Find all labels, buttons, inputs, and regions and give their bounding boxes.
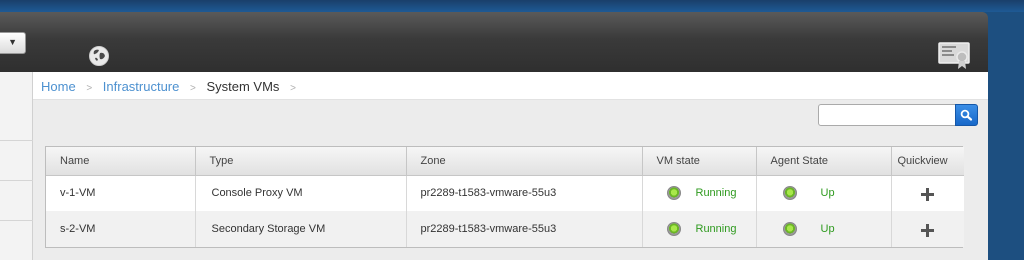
column-header-name[interactable]: Name	[46, 147, 196, 176]
cell-quickview[interactable]	[891, 175, 964, 211]
background-edge	[988, 12, 1024, 260]
main-content: Home > Infrastructure > System VMs > Nam…	[33, 72, 988, 260]
cell-quickview[interactable]	[891, 211, 964, 247]
zone-select[interactable]: ▼	[0, 32, 26, 54]
column-header-zone[interactable]: Zone	[406, 147, 643, 176]
certificate-icon[interactable]	[938, 42, 970, 70]
breadcrumb-separator: >	[86, 83, 93, 94]
search-icon	[960, 109, 973, 121]
agent-state-label: Up	[820, 187, 835, 200]
status-indicator-icon	[782, 186, 797, 201]
nav-divider	[0, 140, 33, 141]
cell-type: Secondary Storage VM	[195, 211, 407, 247]
nav-divider	[0, 220, 33, 221]
left-nav-panel	[0, 72, 33, 260]
vm-state-label: Running	[695, 223, 737, 235]
vm-state-label: Running	[695, 187, 737, 200]
cell-type: Console Proxy VM	[195, 175, 407, 211]
quickview-plus-icon[interactable]	[921, 188, 935, 202]
breadcrumb: Home > Infrastructure > System VMs >	[41, 79, 303, 94]
breadcrumb-bar: Home > Infrastructure > System VMs >	[33, 72, 988, 100]
status-indicator-icon	[666, 186, 681, 201]
search-input[interactable]	[818, 104, 958, 126]
breadcrumb-home[interactable]: Home	[41, 79, 76, 94]
cell-zone: pr2289-t1583-vmware-55u3	[406, 175, 643, 211]
agent-state-label: Up	[820, 223, 835, 235]
breadcrumb-system-vms[interactable]: System VMs	[206, 79, 279, 94]
status-indicator-icon	[782, 222, 797, 236]
system-vms-table: Name Type Zone VM state Agent State Quic…	[45, 146, 964, 248]
app-header: ▼	[0, 12, 988, 72]
column-header-agent-state[interactable]: Agent State	[756, 147, 892, 176]
table-header-row: Name Type Zone VM state Agent State Quic…	[46, 147, 964, 176]
status-indicator-icon	[666, 222, 681, 236]
cell-zone: pr2289-t1583-vmware-55u3	[406, 211, 643, 247]
column-header-type[interactable]: Type	[195, 147, 407, 176]
cell-agent-state: Up	[756, 211, 892, 247]
search-box	[818, 104, 978, 126]
column-header-vm-state[interactable]: VM state	[642, 147, 757, 176]
breadcrumb-separator: >	[190, 83, 196, 94]
chevron-down-icon: ▼	[8, 37, 17, 47]
table-row[interactable]: v-1-VM Console Proxy VM pr2289-t1583-vmw…	[46, 175, 964, 211]
column-header-quickview: Quickview	[891, 147, 964, 176]
top-strip	[0, 0, 1024, 12]
table-row[interactable]: s-2-VM Secondary Storage VM pr2289-t1583…	[46, 211, 964, 247]
cell-agent-state: Up	[756, 175, 892, 211]
cell-name[interactable]: s-2-VM	[46, 211, 196, 247]
globe-icon[interactable]	[88, 45, 110, 67]
breadcrumb-infrastructure[interactable]: Infrastructure	[103, 79, 180, 94]
cell-vm-state: Running	[642, 175, 757, 211]
quickview-plus-icon[interactable]	[921, 224, 935, 237]
nav-divider	[0, 180, 33, 181]
breadcrumb-separator: >	[290, 83, 296, 94]
search-button[interactable]	[955, 104, 978, 126]
cell-name[interactable]: v-1-VM	[46, 175, 196, 211]
cell-vm-state: Running	[642, 211, 757, 247]
